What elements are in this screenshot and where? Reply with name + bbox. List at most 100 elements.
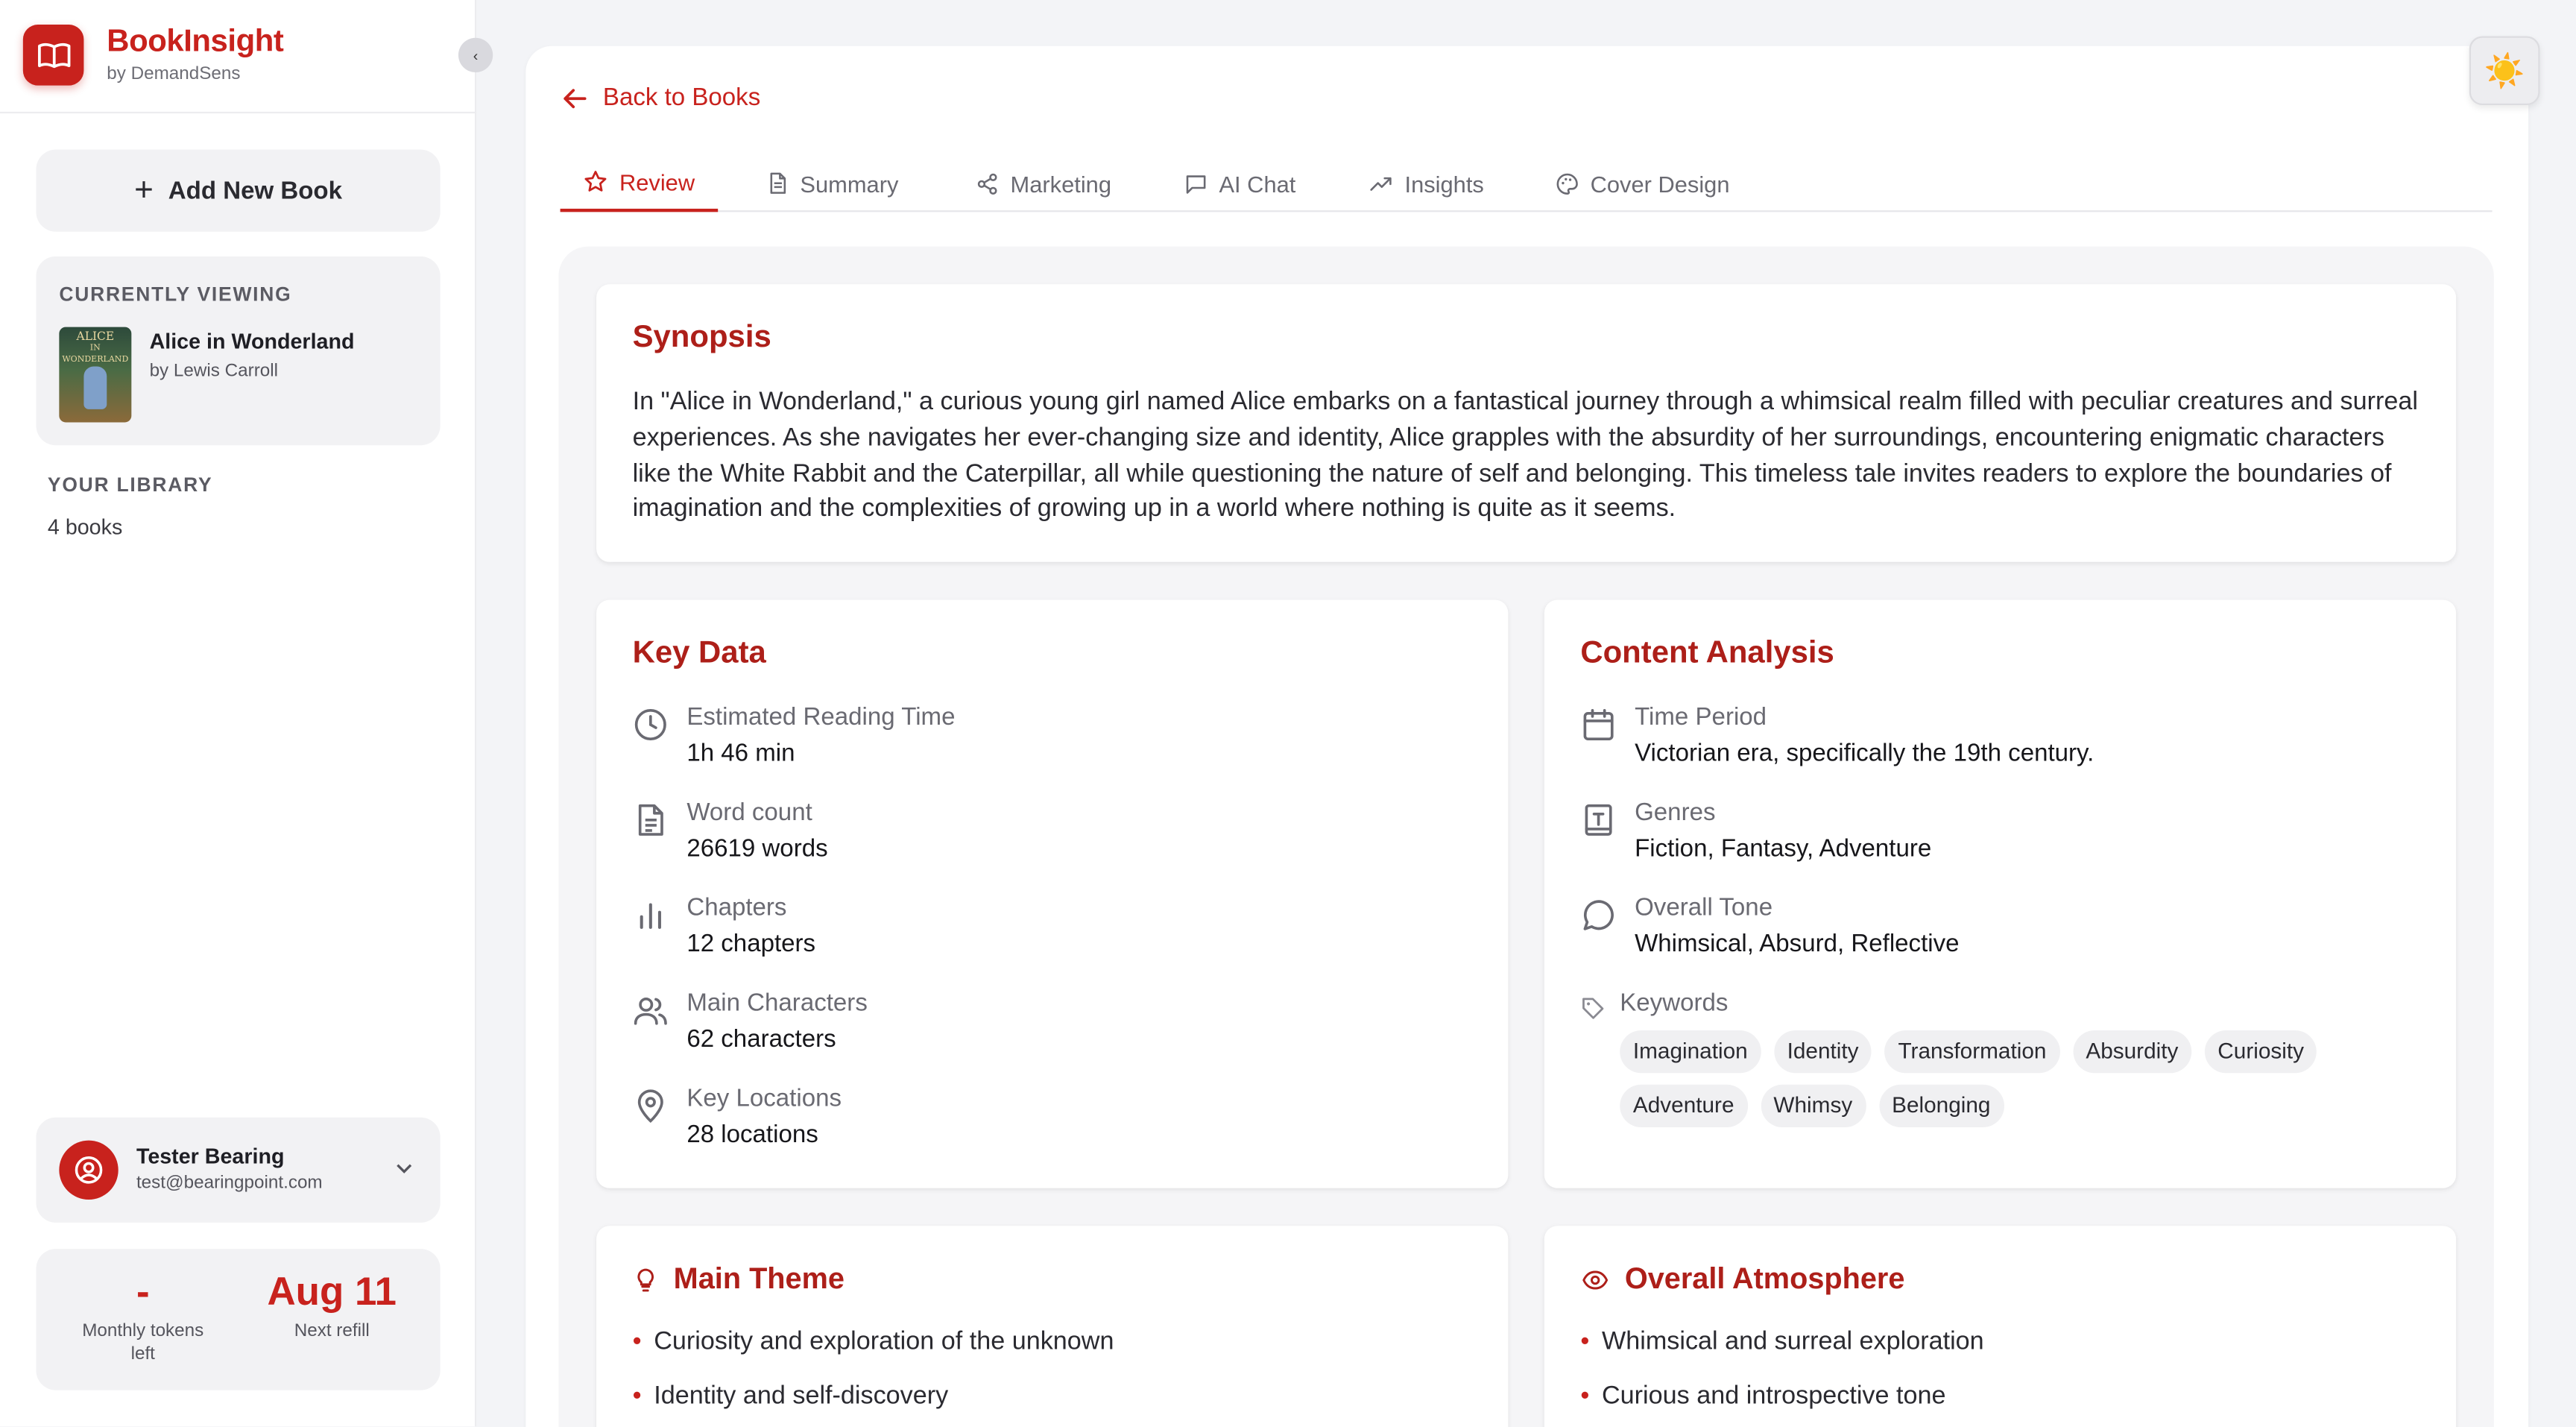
share-icon: [977, 172, 997, 194]
tab-cover-design[interactable]: Cover Design: [1532, 154, 1752, 212]
keyword-chip: Absurdity: [2072, 1030, 2192, 1074]
tab-summary-label: Summary: [800, 170, 899, 197]
currently-viewing-card[interactable]: CURRENTLY VIEWING ALICE IN WONDERLAND Ali…: [36, 256, 441, 446]
key-locations-value: 28 locations: [686, 1121, 818, 1149]
tab-bar: Review Summary Marketing AI Chat Insight…: [560, 154, 2493, 212]
star-icon: [584, 171, 607, 192]
brand-name: BookInsight: [107, 25, 284, 60]
content-analysis-card: Content Analysis Time Period Victorian e…: [1544, 599, 2457, 1188]
chapters-label: Chapters: [686, 894, 787, 922]
main-theme-card: Main Theme Curiosity and exploration of …: [596, 1226, 1509, 1427]
keyword-chip: Transformation: [1884, 1030, 2060, 1074]
time-period-label: Time Period: [1635, 703, 1767, 731]
book-icon: [1585, 804, 1612, 836]
word-count-label: Word count: [686, 798, 812, 827]
synopsis-card: Synopsis In "Alice in Wonderland," a cur…: [596, 284, 2457, 562]
token-usage-card: - Monthly tokens left Aug 11 Next refill: [36, 1249, 441, 1390]
monthly-tokens-value: -: [136, 1270, 150, 1315]
overall-tone-label: Overall Tone: [1635, 894, 1773, 922]
user-email: test@bearingpoint.com: [136, 1173, 323, 1194]
synopsis-text: In "Alice in Wonderland," a curious youn…: [632, 388, 2418, 523]
atmosphere-card: Overall Atmosphere Whimsical and surreal…: [1544, 1226, 2457, 1427]
main-characters-label: Main Characters: [686, 989, 868, 1018]
keyword-chip: Adventure: [1620, 1084, 1748, 1128]
content-analysis-title: Content Analysis: [1580, 635, 1834, 671]
next-refill-value: Aug 11: [267, 1270, 397, 1315]
book-author: by Lewis Carroll: [149, 361, 279, 382]
tag-icon: [1582, 998, 1604, 1019]
add-book-label: Add New Book: [168, 176, 343, 205]
lightbulb-icon: [637, 1267, 654, 1291]
keyword-chip: Curiosity: [2204, 1030, 2317, 1074]
arrow-left-icon: [564, 88, 587, 108]
main-theme-title: Main Theme: [633, 1262, 845, 1297]
reading-time-value: 1h 46 min: [686, 739, 795, 768]
overall-tone-value: Whimsical, Absurd, Reflective: [1635, 930, 1960, 958]
keyword-chip: Whimsy: [1760, 1084, 1866, 1128]
users-icon: [634, 997, 667, 1025]
monthly-tokens-label: Monthly tokens left: [82, 1321, 204, 1364]
calendar-icon: [1583, 708, 1614, 741]
tab-insights-label: Insights: [1404, 170, 1484, 197]
monthly-tokens: - Monthly tokens left: [53, 1269, 233, 1366]
map-pin-icon: [637, 1089, 663, 1124]
eye-icon: [1582, 1270, 1609, 1289]
keyword-chips: Imagination Identity Transformation Absurdi…: [1620, 1030, 2408, 1138]
bar-chart-icon: [640, 903, 661, 929]
main-theme-label: Main Theme: [673, 1261, 845, 1295]
palette-icon: [1556, 172, 1578, 194]
next-refill: Aug 11 Next refill: [242, 1269, 422, 1343]
brand-header: BookInsight by DemandSens: [0, 0, 477, 114]
tab-marketing[interactable]: Marketing: [953, 154, 1134, 212]
library-count[interactable]: 4 books: [48, 514, 122, 539]
genres-label: Genres: [1635, 798, 1716, 827]
time-period-value: Victorian era, specifically the 19th cen…: [1635, 739, 2094, 768]
chapters-value: 12 chapters: [686, 930, 816, 958]
tab-review[interactable]: Review: [560, 154, 718, 212]
chat-icon: [1186, 174, 1206, 193]
collapse-sidebar-button[interactable]: ‹: [458, 37, 493, 72]
trending-icon: [1370, 176, 1392, 190]
keyword-chip: Identity: [1773, 1030, 1872, 1074]
tab-review-label: Review: [619, 168, 695, 195]
list-item: Curious and introspective tone: [1580, 1382, 1983, 1427]
clock-icon: [634, 708, 666, 741]
list-item: Identity and self-discovery: [633, 1382, 1114, 1427]
synopsis-title: Synopsis: [632, 320, 771, 356]
document-icon: [770, 172, 786, 194]
book-open-icon[interactable]: [22, 25, 84, 86]
plus-icon: +: [134, 172, 154, 209]
theme-toggle-button[interactable]: ☀️: [2469, 36, 2540, 106]
atmosphere-list: Whimsical and surreal exploration Curiou…: [1580, 1328, 1983, 1427]
sidebar: BookInsight by DemandSens ‹ + Add New Bo…: [0, 0, 493, 1427]
user-name: Tester Bearing: [136, 1144, 285, 1169]
keyword-chip: Imagination: [1620, 1030, 1761, 1074]
tab-ai-chat-label: AI Chat: [1219, 170, 1296, 197]
tab-summary[interactable]: Summary: [742, 154, 921, 212]
keywords-label: Keywords: [1620, 989, 1729, 1018]
file-text-icon: [638, 804, 663, 836]
key-data-title: Key Data: [632, 635, 766, 671]
add-book-button[interactable]: + Add New Book: [36, 149, 441, 232]
next-refill-label: Next refill: [294, 1321, 370, 1341]
user-avatar-icon: [59, 1140, 119, 1200]
back-to-books-link[interactable]: Back to Books: [562, 84, 761, 112]
main-theme-list: Curiosity and exploration of the unknown…: [633, 1328, 1114, 1427]
chevron-down-icon: [397, 1164, 412, 1174]
tab-insights[interactable]: Insights: [1345, 154, 1507, 212]
list-item: Curiosity and exploration of the unknown: [633, 1328, 1114, 1382]
tab-ai-chat[interactable]: AI Chat: [1161, 154, 1319, 212]
back-label: Back to Books: [602, 84, 761, 112]
library-label: YOUR LIBRARY: [47, 473, 213, 497]
atmosphere-title: Overall Atmosphere: [1580, 1262, 1904, 1297]
message-icon: [1583, 900, 1614, 930]
tab-cover-design-label: Cover Design: [1590, 170, 1730, 197]
list-item: Whimsical and surreal exploration: [1580, 1328, 1983, 1382]
tab-marketing-label: Marketing: [1010, 170, 1112, 197]
word-count-value: 26619 words: [686, 834, 828, 863]
main-characters-value: 62 characters: [686, 1025, 836, 1053]
keyword-chip: Belonging: [1878, 1084, 2004, 1128]
key-locations-label: Key Locations: [686, 1084, 842, 1113]
user-menu[interactable]: Tester Bearing test@bearingpoint.com: [36, 1117, 441, 1223]
brand-subtitle: by DemandSens: [107, 63, 241, 84]
